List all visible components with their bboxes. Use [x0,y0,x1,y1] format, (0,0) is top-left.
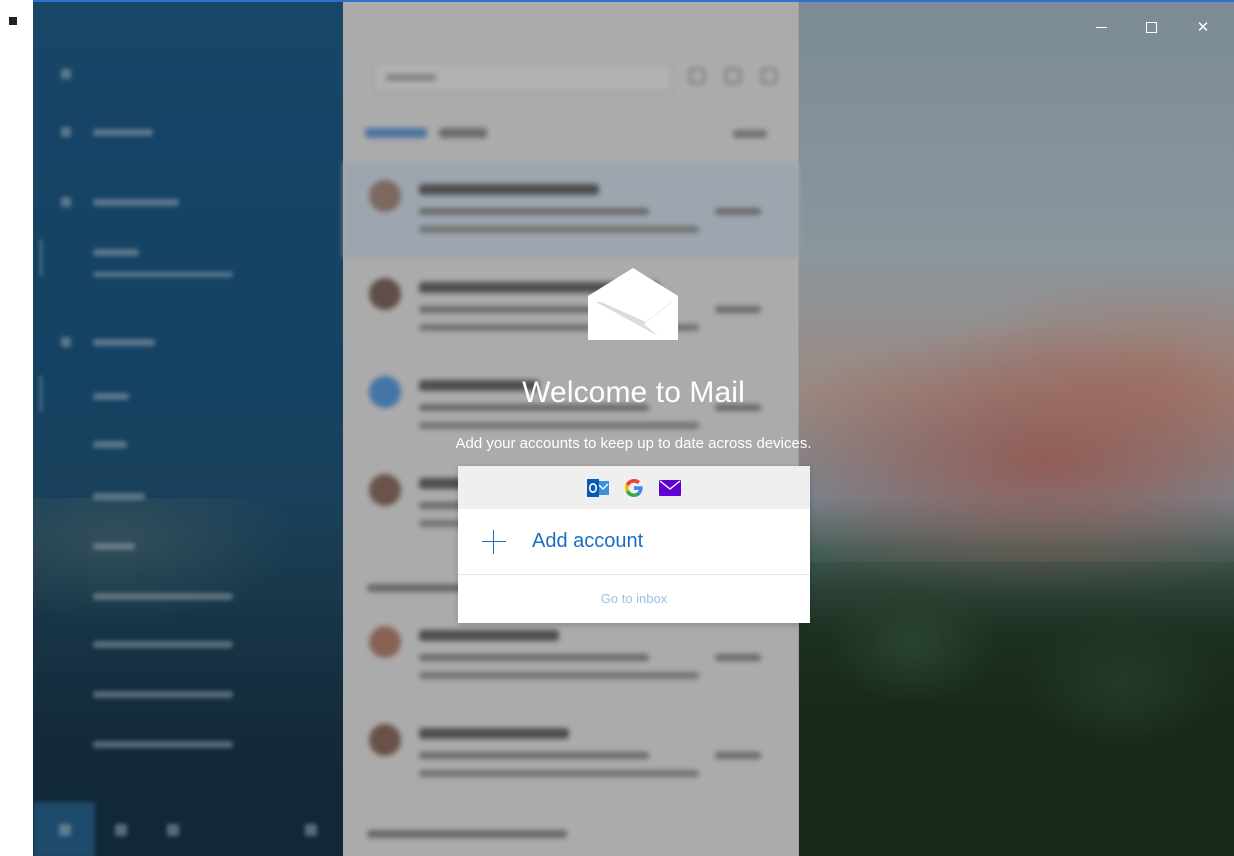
close-icon: ✕ [1196,18,1210,36]
plus-icon [482,529,506,554]
maximize-button[interactable] [1133,12,1169,42]
mail-app-window: ✕ Welcome to Mail Add your accounts to k… [33,0,1234,856]
minimize-icon [1095,26,1107,28]
google-icon [622,476,646,500]
close-button[interactable]: ✕ [1185,12,1221,42]
modal-dim-overlay [33,2,1234,856]
yahoo-mail-icon [658,476,682,500]
welcome-subtitle: Add your accounts to keep up to date acr… [455,435,812,452]
go-to-inbox-link[interactable]: Go to inbox [458,575,810,622]
mail-envelope-icon [588,268,678,340]
add-account-label: Add account [532,530,644,552]
add-account-card: Add account Go to inbox [458,466,810,623]
minimize-button[interactable] [1083,12,1119,42]
add-account-button[interactable]: Add account [458,509,810,575]
outlook-icon [586,476,610,500]
provider-strip [458,466,810,509]
desktop-square-marker [9,17,17,25]
welcome-title: Welcome to Mail [522,376,745,409]
maximize-icon [1145,21,1157,33]
